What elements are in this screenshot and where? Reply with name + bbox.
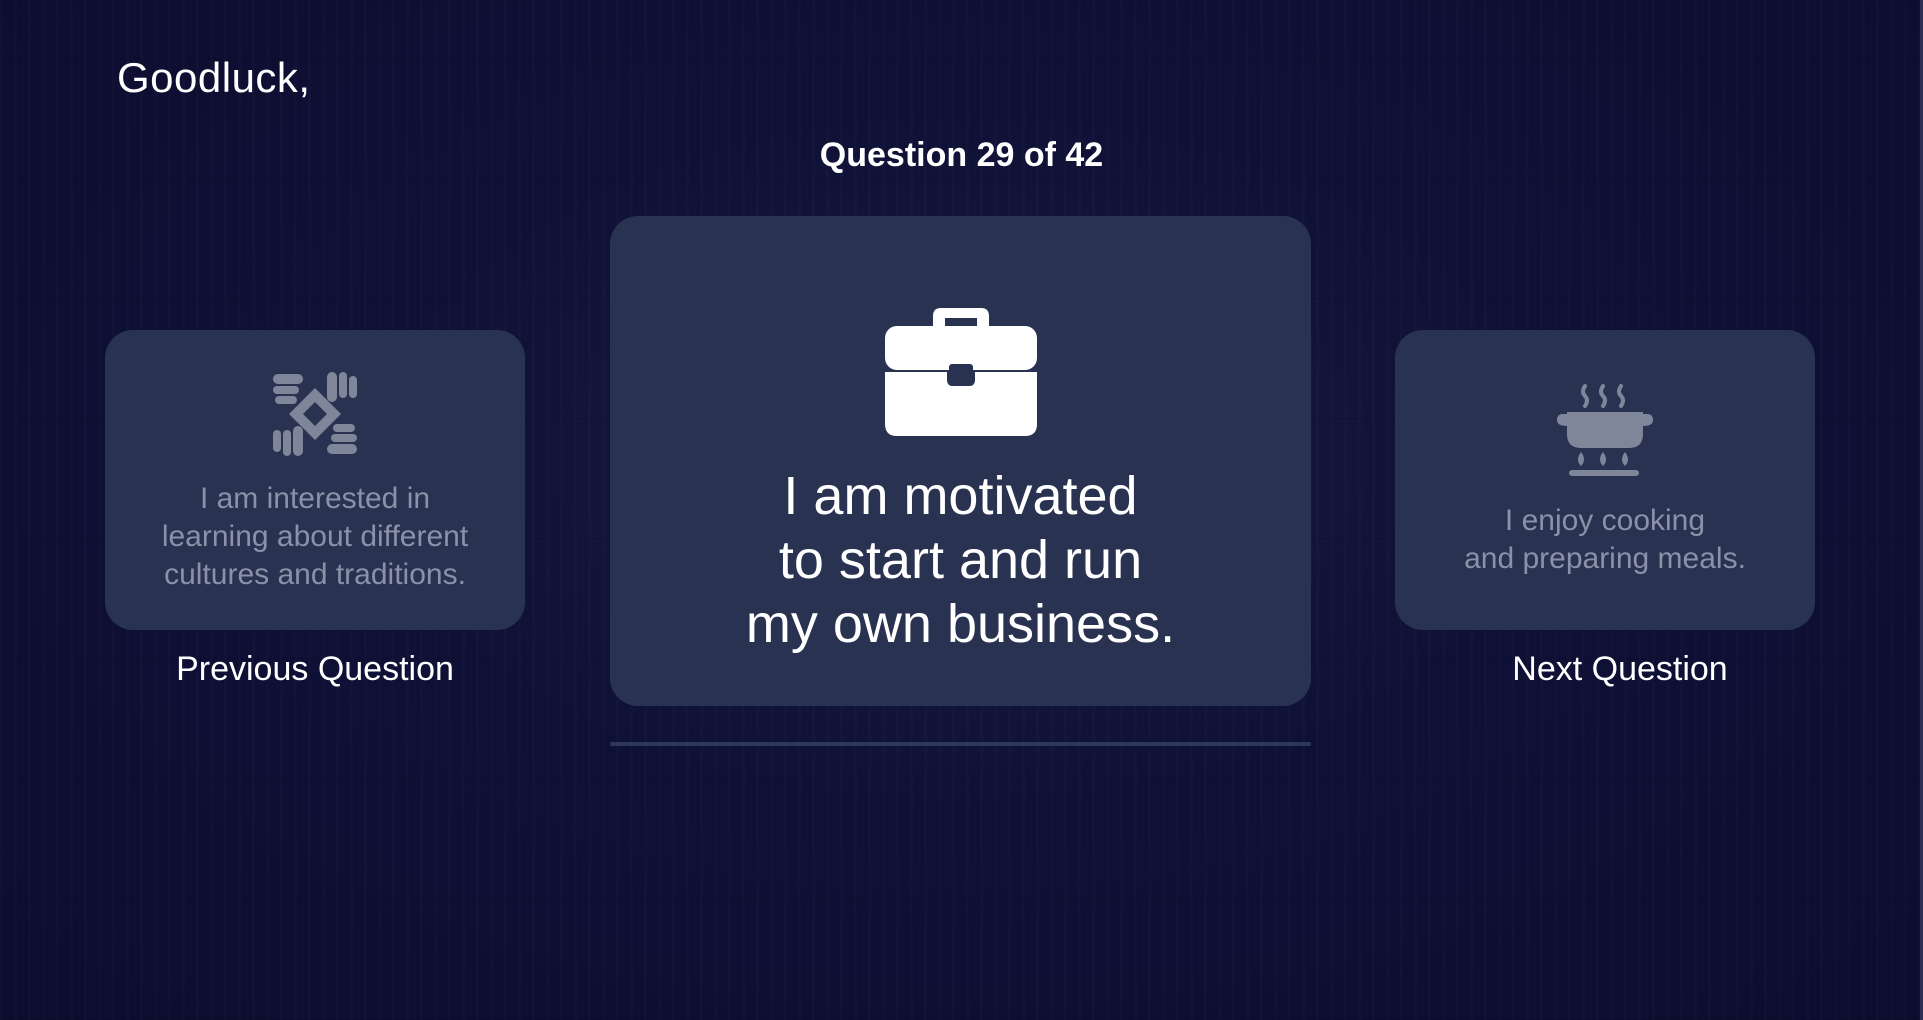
text-line: I am interested in [199,482,431,515]
greeting-text: Goodluck, [117,54,311,101]
next-question-text: I enjoy cooking and preparing meals. [1440,502,1770,578]
current-question-card[interactable]: I am motivated to start and run my own b… [610,216,1311,706]
card-underline [610,742,1311,746]
current-question-text: I am motivated to start and run my own b… [661,464,1261,656]
text-line: I am motivated [783,466,1138,526]
previous-question-card[interactable]: I am interested in learning about differ… [105,330,525,630]
next-question-button[interactable]: Next Question [1405,650,1835,689]
text-line: cultures and traditions. [164,558,466,591]
cooking-pot-icon [1555,382,1655,482]
briefcase-icon [884,308,1037,436]
hands-circle-icon [267,366,363,462]
text-line: and preparing meals. [1464,542,1746,575]
next-question-card[interactable]: I enjoy cooking and preparing meals. [1395,330,1815,630]
text-line: my own business. [745,594,1176,654]
text-line: I enjoy cooking [1504,504,1706,537]
question-counter: Question 29 of 42 [819,136,1104,174]
text-line: to start and run [778,530,1143,590]
text-line: learning about different [161,520,469,553]
previous-question-button[interactable]: Previous Question [105,650,525,689]
previous-question-text: I am interested in learning about differ… [135,480,495,594]
